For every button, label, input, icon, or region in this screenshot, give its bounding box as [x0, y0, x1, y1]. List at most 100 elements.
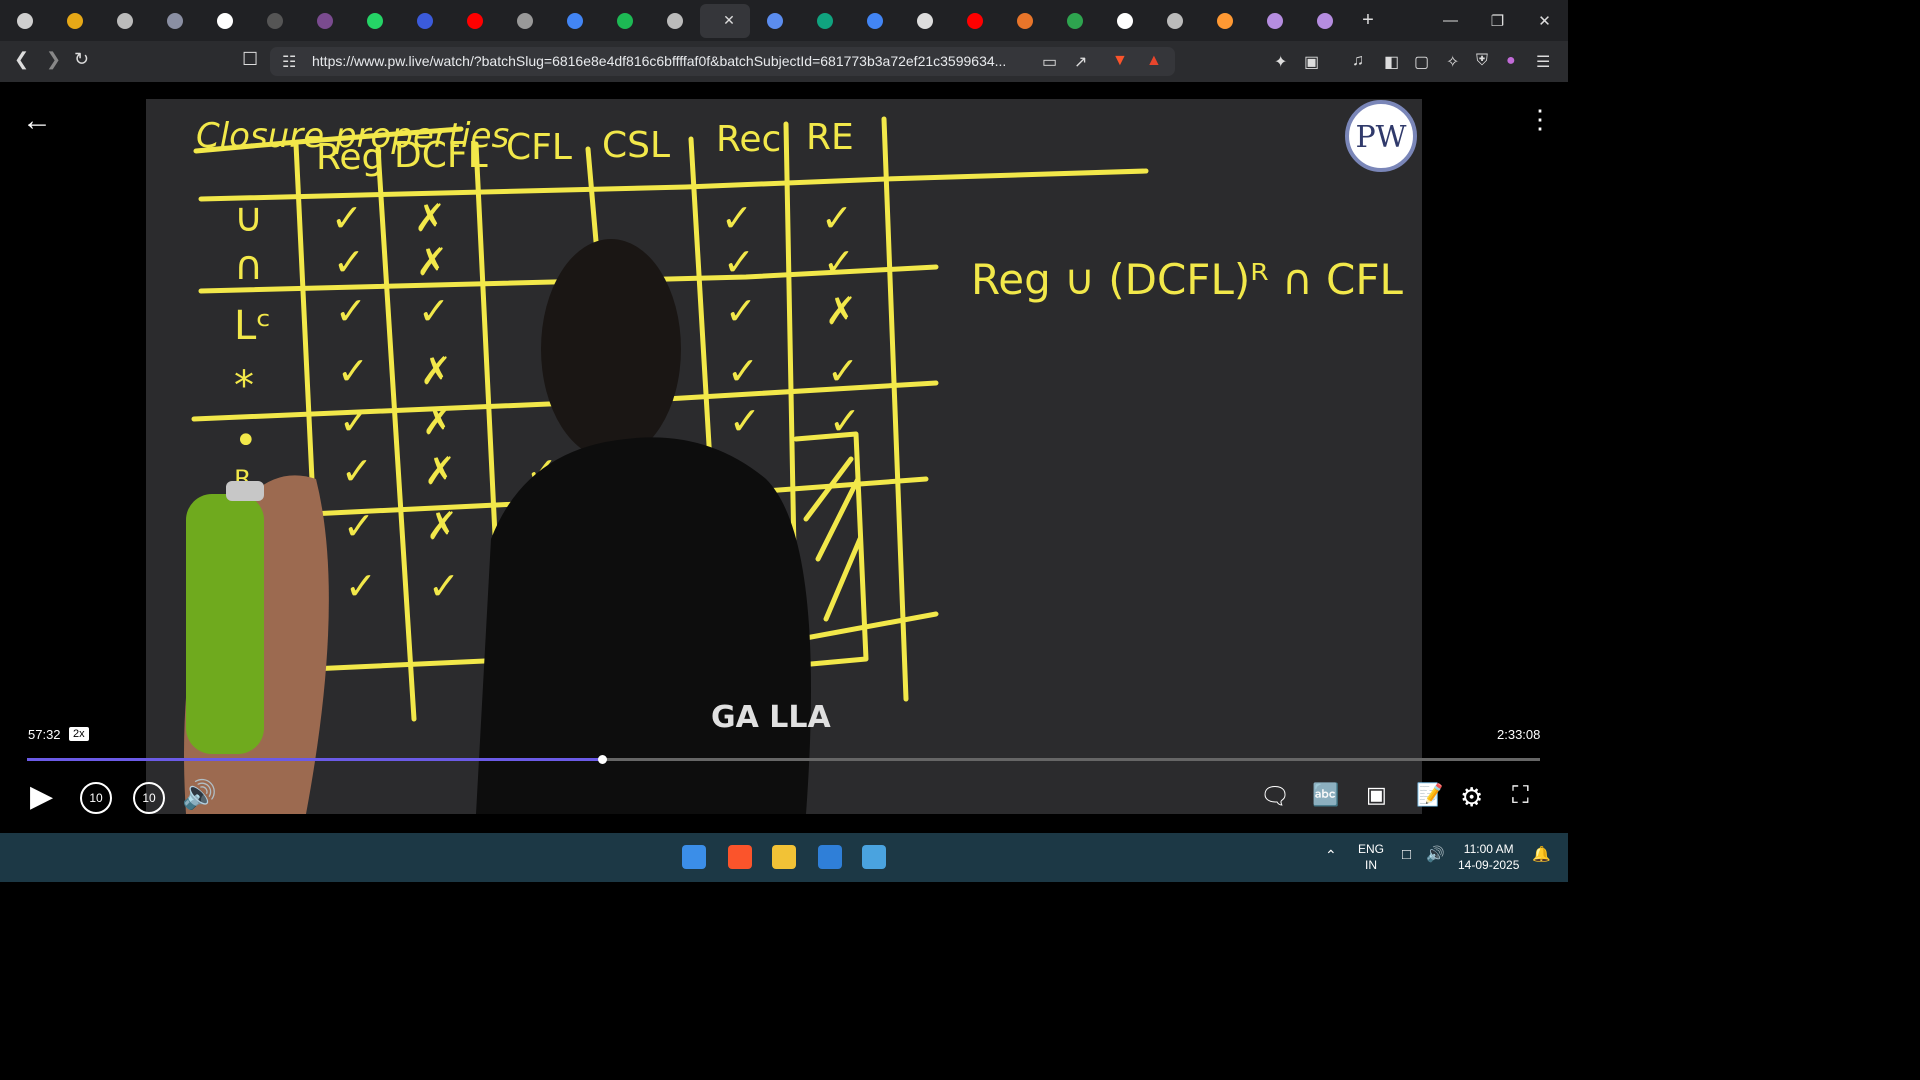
table-cell-mark: ✓ — [721, 196, 753, 240]
browser-tab[interactable] — [1150, 4, 1200, 38]
file-explorer-icon[interactable] — [772, 845, 796, 869]
screen-icon — [917, 12, 933, 29]
back-arrow-icon[interactable]: ← — [22, 104, 52, 138]
share-icon[interactable]: ↗ — [1074, 52, 1087, 72]
bookmark-icon[interactable]: ☐ — [242, 49, 258, 70]
browser-tab[interactable] — [100, 4, 150, 38]
sidebar-icon[interactable]: ◧ — [1384, 52, 1399, 72]
duration: 2:33:08 — [1497, 727, 1541, 742]
browser-tab[interactable] — [1100, 4, 1150, 38]
video-player[interactable]: Closure properties Reg ∪ (DCFL)ᴿ ∩ CFL R… — [0, 82, 1568, 833]
minimize-button[interactable]: — — [1427, 0, 1474, 41]
brave-shields-icon[interactable]: ▼ — [1112, 52, 1128, 70]
browser-tab[interactable] — [500, 4, 550, 38]
browser-tab[interactable] — [50, 4, 100, 38]
browser-tab[interactable] — [1250, 4, 1300, 38]
notes-icon[interactable]: 📝 — [1416, 782, 1443, 808]
progress-bar[interactable] — [27, 755, 1540, 764]
speed-badge[interactable]: 2x — [69, 727, 89, 741]
browser-tab[interactable] — [250, 4, 300, 38]
close-window-button[interactable]: ✕ — [1521, 0, 1568, 41]
browser-tab[interactable] — [1000, 4, 1050, 38]
volume-icon[interactable]: 🔊 — [182, 778, 217, 811]
browser-tab-strip: ✕ + — [0, 0, 1568, 41]
site-icon — [1017, 12, 1033, 29]
table-cell-mark: ✓ — [723, 240, 755, 284]
keyboard-icon[interactable] — [862, 845, 886, 869]
browser-tab[interactable] — [1300, 4, 1350, 38]
column-header: DCFL — [394, 135, 488, 176]
speaker-icon[interactable]: 🔊 — [1426, 847, 1445, 863]
browser-tab[interactable] — [850, 4, 900, 38]
browser-tab[interactable] — [0, 4, 50, 38]
settings-icon[interactable]: ⚙ — [1460, 782, 1483, 813]
pw-logo-text: PW — [1355, 120, 1406, 155]
browser-tab[interactable] — [650, 4, 700, 38]
table-cell-mark: ✓ — [418, 289, 450, 333]
address-bar[interactable]: ☷ https://www.pw.live/watch/?batchSlug=6… — [270, 47, 1175, 76]
picture-in-picture-icon[interactable]: ▣ — [1366, 782, 1387, 808]
tray-chevron-icon[interactable]: ⌃ — [1325, 847, 1337, 863]
forward-10-button[interactable]: 10 — [133, 782, 165, 814]
restore-button[interactable]: ❐ — [1474, 0, 1521, 41]
browser-tab[interactable] — [600, 4, 650, 38]
reload-icon[interactable]: ↻ — [74, 49, 89, 70]
globe-icon — [117, 12, 133, 29]
network-icon[interactable]: □ — [1402, 847, 1411, 863]
clock[interactable]: 11:00 AM 14-09-2025 — [1458, 841, 1519, 873]
fullscreen-icon[interactable]: ⛶ — [1512, 782, 1529, 810]
lecture-video-frame: Closure properties Reg ∪ (DCFL)ᴿ ∩ CFL R… — [146, 99, 1422, 814]
browser-tab[interactable] — [800, 4, 850, 38]
column-header: Rec — [716, 119, 781, 160]
browser-tab[interactable] — [300, 4, 350, 38]
lang-top: ENG — [1358, 842, 1385, 856]
table-cell-mark: ✓ — [829, 399, 861, 443]
brave-browser-icon[interactable] — [728, 845, 752, 869]
browser-tab[interactable] — [950, 4, 1000, 38]
cast-icon[interactable]: ▭ — [1042, 52, 1057, 72]
url-text[interactable]: https://www.pw.live/watch/?batchSlug=681… — [312, 53, 1006, 69]
flag-india-icon — [1217, 12, 1233, 29]
todo-icon[interactable] — [818, 845, 842, 869]
forward-icon[interactable]: ❯ — [46, 49, 61, 70]
back-icon[interactable]: ❮ — [14, 49, 29, 70]
row-label: ∪ — [234, 195, 263, 241]
media-icon[interactable]: ♫ — [1352, 52, 1364, 70]
browser-tab[interactable] — [200, 4, 250, 38]
progress-knob[interactable] — [597, 755, 607, 764]
play-icon[interactable]: ▶ — [30, 779, 53, 814]
leo-ai-icon[interactable]: ✧ — [1446, 52, 1459, 72]
windows-start-icon[interactable] — [682, 845, 706, 869]
browser-tab[interactable] — [400, 4, 450, 38]
browser-tab[interactable] — [150, 4, 200, 38]
browser-tab[interactable] — [900, 4, 950, 38]
translate-icon[interactable]: 🔤 — [1312, 782, 1339, 808]
site-icon — [1317, 12, 1333, 29]
site-settings-icon[interactable]: ☷ — [282, 52, 296, 72]
table-cell-mark: ✓ — [428, 564, 460, 608]
menu-icon[interactable]: ☰ — [1536, 52, 1550, 72]
browser-tab[interactable] — [450, 4, 500, 38]
browser-tab[interactable] — [550, 4, 600, 38]
rewind-10-button[interactable]: 10 — [80, 782, 112, 814]
table-cell-mark: ✓ — [343, 504, 375, 548]
language-indicator[interactable]: ENG IN — [1358, 841, 1384, 873]
close-tab-icon[interactable]: ✕ — [723, 12, 735, 29]
browser-tab[interactable] — [350, 4, 400, 38]
browser-tab[interactable] — [1050, 4, 1100, 38]
wallet-icon[interactable]: ▢ — [1414, 52, 1429, 72]
vpn-icon[interactable]: ⛨ — [1476, 52, 1488, 70]
extensions-icon[interactable]: ✦ — [1274, 52, 1287, 72]
profile-icon[interactable]: ● — [1506, 52, 1516, 70]
browser-tab[interactable] — [750, 4, 800, 38]
new-tab-button[interactable]: + — [1350, 9, 1386, 32]
row-label: * — [234, 363, 254, 409]
browser-tab[interactable] — [1200, 4, 1250, 38]
browser-tab[interactable]: ✕ — [700, 3, 750, 38]
chat-icon[interactable]: 🗨 — [1260, 782, 1290, 811]
reader-icon[interactable]: ▣ — [1304, 52, 1319, 72]
navigation-bar: ❮ ❯ ↻ ☐ ☷ https://www.pw.live/watch/?bat… — [0, 41, 1568, 82]
notification-bell-icon[interactable]: 🔔 — [1532, 847, 1551, 863]
more-options-icon[interactable]: ⋮ — [1527, 104, 1553, 135]
brave-rewards-icon[interactable]: ▲ — [1146, 52, 1162, 70]
